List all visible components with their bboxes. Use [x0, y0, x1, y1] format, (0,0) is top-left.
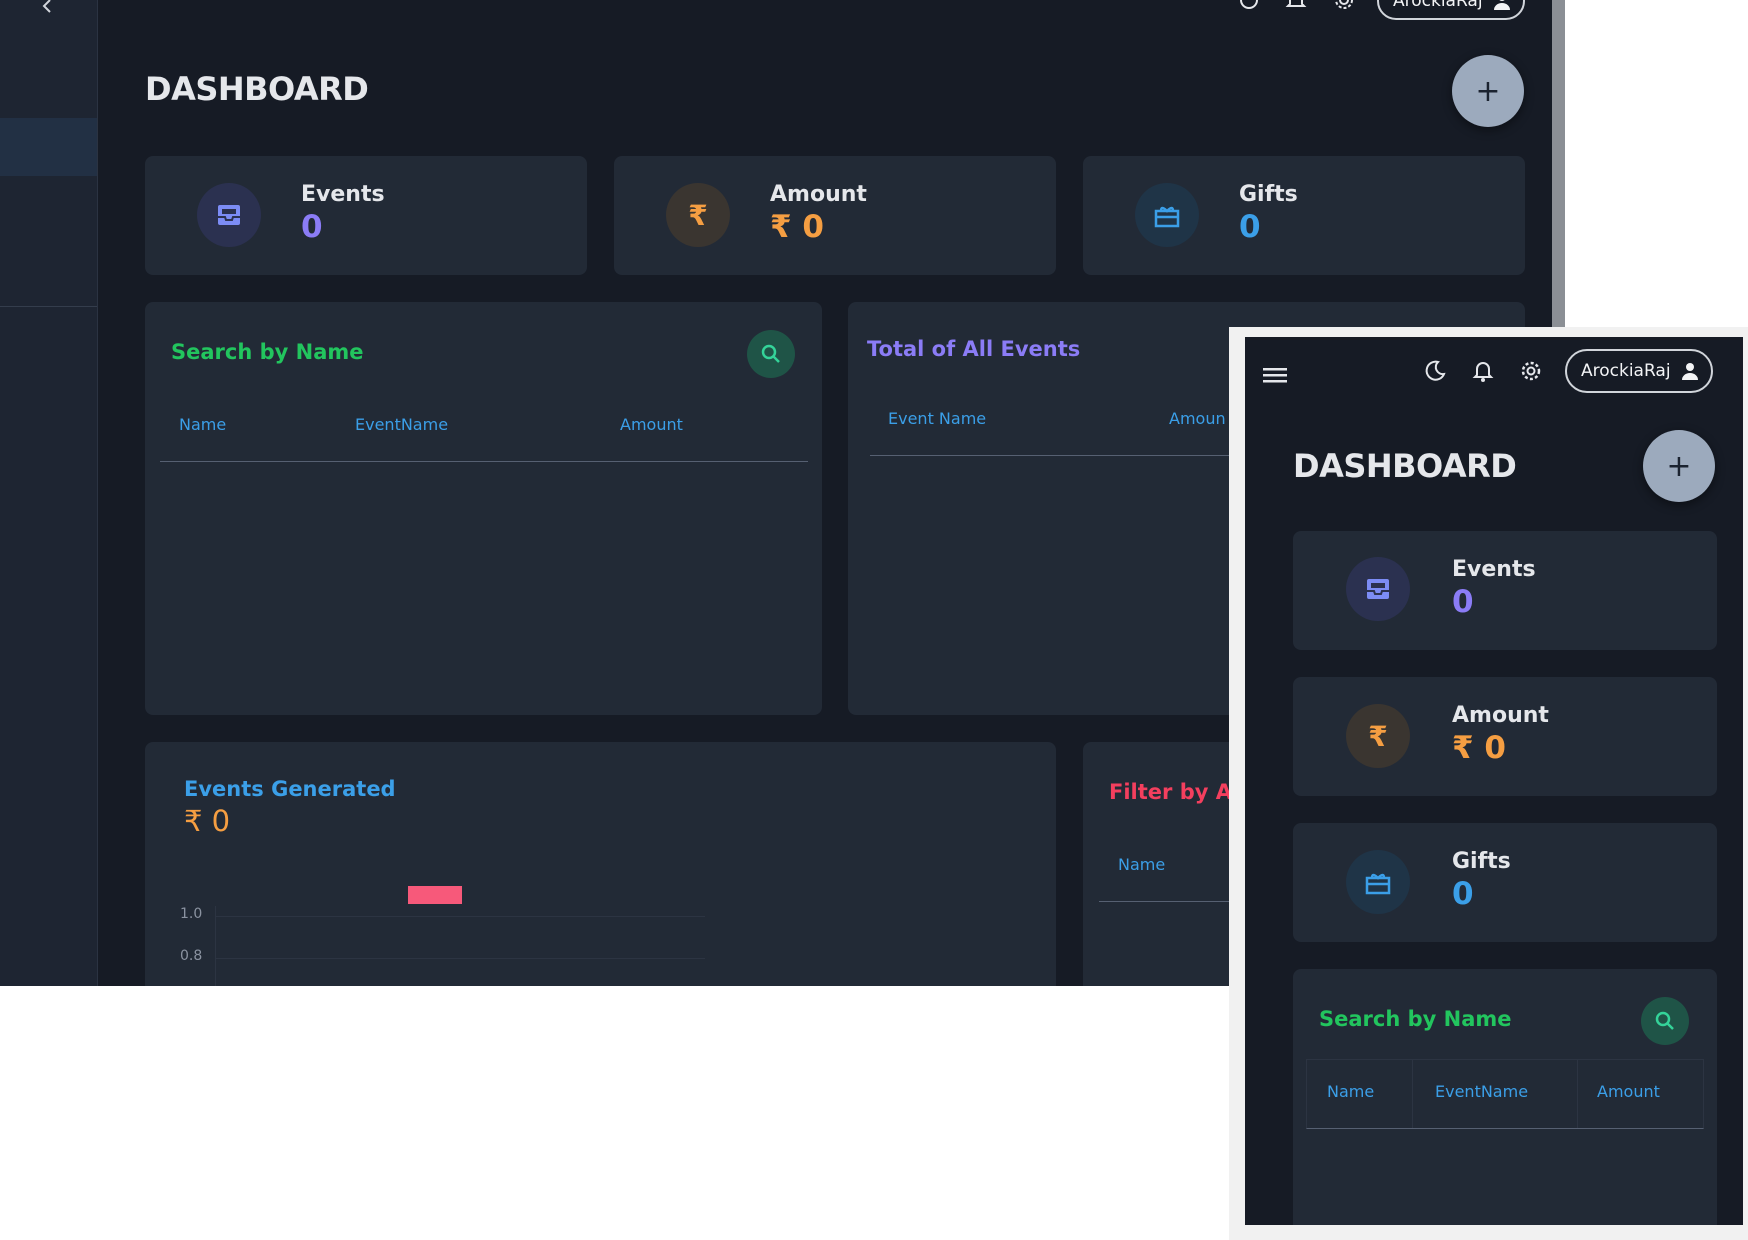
- gear-icon[interactable]: [1519, 359, 1543, 383]
- search-by-name-panel: Search by Name Name EventName Amount: [145, 302, 822, 715]
- column-header-eventname[interactable]: EventName: [1435, 1082, 1528, 1101]
- moon-icon[interactable]: [1423, 359, 1447, 383]
- table-header-divider: [160, 461, 808, 462]
- amount-label: Amount: [1452, 703, 1549, 728]
- search-button[interactable]: [1641, 997, 1689, 1045]
- moon-icon[interactable]: [1237, 0, 1261, 12]
- search-button[interactable]: [747, 330, 795, 378]
- add-button[interactable]: +: [1452, 55, 1524, 127]
- menu-icon[interactable]: [1263, 365, 1287, 385]
- column-header-name[interactable]: Name: [1327, 1082, 1374, 1101]
- amount-label: Amount: [770, 182, 867, 207]
- amount-stat-card: ₹ Amount ₹ 0: [1293, 677, 1717, 796]
- gifts-label: Gifts: [1239, 182, 1298, 207]
- column-header-eventname[interactable]: EventName: [355, 415, 448, 434]
- events-label: Events: [1452, 557, 1536, 582]
- events-stat-card: Events 0: [145, 156, 587, 275]
- chart-gridline: [215, 958, 705, 959]
- column-header-name[interactable]: Name: [1118, 855, 1165, 874]
- add-button[interactable]: +: [1643, 430, 1715, 502]
- column-header-name[interactable]: Name: [179, 415, 226, 434]
- sidebar: [0, 0, 98, 986]
- user-menu-button[interactable]: ArockiaRaj: [1565, 349, 1713, 393]
- user-icon: [1493, 0, 1510, 10]
- plus-icon: +: [1475, 73, 1501, 109]
- sidebar-item-active[interactable]: [0, 118, 97, 176]
- gift-icon: [1346, 850, 1410, 914]
- events-stat-card: Events 0: [1293, 531, 1717, 650]
- bell-icon[interactable]: [1284, 0, 1308, 12]
- search-by-name-panel: Search by Name Name EventName Amount: [1293, 969, 1717, 1225]
- total-panel-title: Total of All Events: [867, 337, 1081, 361]
- inbox-icon: [1346, 557, 1410, 621]
- events-value: 0: [1452, 584, 1474, 620]
- page-title: DASHBOARD: [145, 70, 369, 108]
- events-generated-panel: Events Generated ₹ 0 1.0 0.8: [145, 742, 1056, 986]
- chevron-left-icon[interactable]: [38, 0, 58, 16]
- events-value: 0: [301, 209, 323, 245]
- plus-icon: +: [1666, 448, 1692, 484]
- gifts-stat-card: Gifts 0: [1083, 156, 1525, 275]
- column-header-amount[interactable]: Amoun: [1169, 409, 1226, 428]
- inbox-icon: [197, 183, 261, 247]
- gear-icon[interactable]: [1332, 0, 1356, 12]
- amount-stat-card: ₹ Amount ₹ 0: [614, 156, 1056, 275]
- user-name: ArockiaRaj: [1393, 0, 1483, 11]
- y-tick-label: 1.0: [180, 906, 203, 922]
- mobile-view: ArockiaRaj DASHBOARD + Events 0 ₹ Amount…: [1245, 337, 1743, 1225]
- column-header-amount[interactable]: Amount: [1597, 1082, 1660, 1101]
- search-icon: [761, 344, 780, 363]
- sidebar-divider: [0, 306, 97, 307]
- user-name: ArockiaRaj: [1581, 361, 1671, 381]
- amount-value: ₹ 0: [1452, 730, 1506, 766]
- events-label: Events: [301, 182, 385, 207]
- events-generated-value: ₹ 0: [184, 804, 231, 838]
- gift-icon: [1135, 183, 1199, 247]
- table-header-row: Name EventName Amount: [1306, 1059, 1704, 1129]
- rupee-icon: ₹: [666, 183, 730, 247]
- events-generated-title: Events Generated: [184, 777, 396, 801]
- chart-gridline: [215, 916, 705, 917]
- search-icon: [1655, 1011, 1674, 1030]
- column-header-event-name[interactable]: Event Name: [888, 409, 986, 428]
- chart-y-axis: [215, 906, 216, 986]
- gifts-label: Gifts: [1452, 849, 1511, 874]
- gifts-value: 0: [1239, 209, 1261, 245]
- gifts-value: 0: [1452, 876, 1474, 912]
- amount-value: ₹ 0: [770, 209, 824, 245]
- column-header-amount[interactable]: Amount: [620, 415, 683, 434]
- user-icon: [1681, 363, 1698, 380]
- search-panel-title: Search by Name: [1319, 1007, 1512, 1031]
- rupee-icon: ₹: [1346, 704, 1410, 768]
- search-panel-title: Search by Name: [171, 340, 364, 364]
- page-title: DASHBOARD: [1293, 447, 1517, 485]
- bell-icon[interactable]: [1471, 359, 1495, 383]
- user-menu-button[interactable]: ArockiaRaj: [1377, 0, 1525, 20]
- chart-legend-swatch[interactable]: [408, 886, 462, 904]
- y-tick-label: 0.8: [180, 948, 203, 964]
- gifts-stat-card: Gifts 0: [1293, 823, 1717, 942]
